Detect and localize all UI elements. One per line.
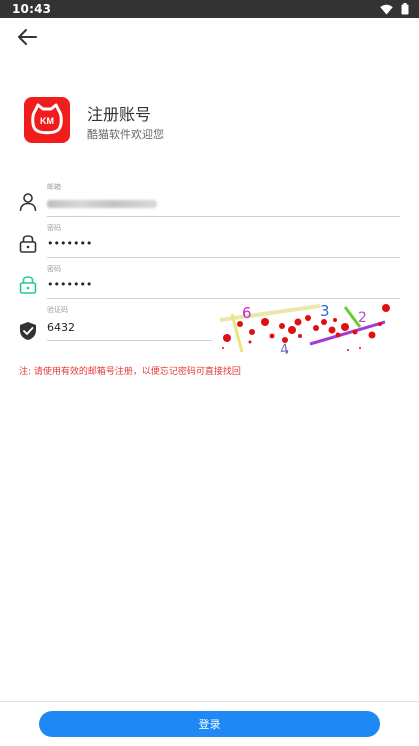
password-label: 密码: [47, 224, 61, 232]
password-value[interactable]: •••••••: [47, 237, 92, 250]
status-time: 10:43: [12, 2, 52, 16]
logo-text: KM: [40, 116, 54, 126]
app-logo: KM: [24, 97, 70, 143]
page-subtitle: 酷猫软件欢迎您: [87, 128, 164, 141]
lock-icon: [19, 235, 37, 253]
registration-note: 注: 请使用有效的邮箱号注册，以便忘记密码可直接找回: [19, 367, 241, 377]
captcha-char-2: 3: [320, 302, 330, 320]
captcha-image[interactable]: 6 3 2 4: [220, 302, 400, 360]
page-title: 注册账号: [87, 105, 152, 124]
battery-icon: [401, 3, 409, 15]
captcha-label: 验证码: [47, 306, 68, 314]
login-button[interactable]: 登录: [39, 711, 380, 737]
email-label: 邮箱: [47, 183, 61, 191]
wifi-icon: [380, 4, 393, 14]
status-bar: 10:43: [0, 0, 419, 18]
lock-green-icon: [19, 276, 37, 294]
captcha-char-1: 6: [242, 304, 252, 322]
confirm-password-label: 密码: [47, 265, 61, 273]
confirm-password-value[interactable]: •••••••: [47, 278, 92, 291]
person-icon: [19, 193, 37, 212]
captcha-char-3: 2: [358, 310, 367, 326]
email-value-blurred: [47, 200, 157, 208]
shield-check-icon: [20, 322, 36, 340]
captcha-input[interactable]: 6432: [47, 321, 75, 334]
back-arrow-icon[interactable]: [16, 28, 38, 46]
captcha-char-4: 4: [279, 342, 290, 359]
